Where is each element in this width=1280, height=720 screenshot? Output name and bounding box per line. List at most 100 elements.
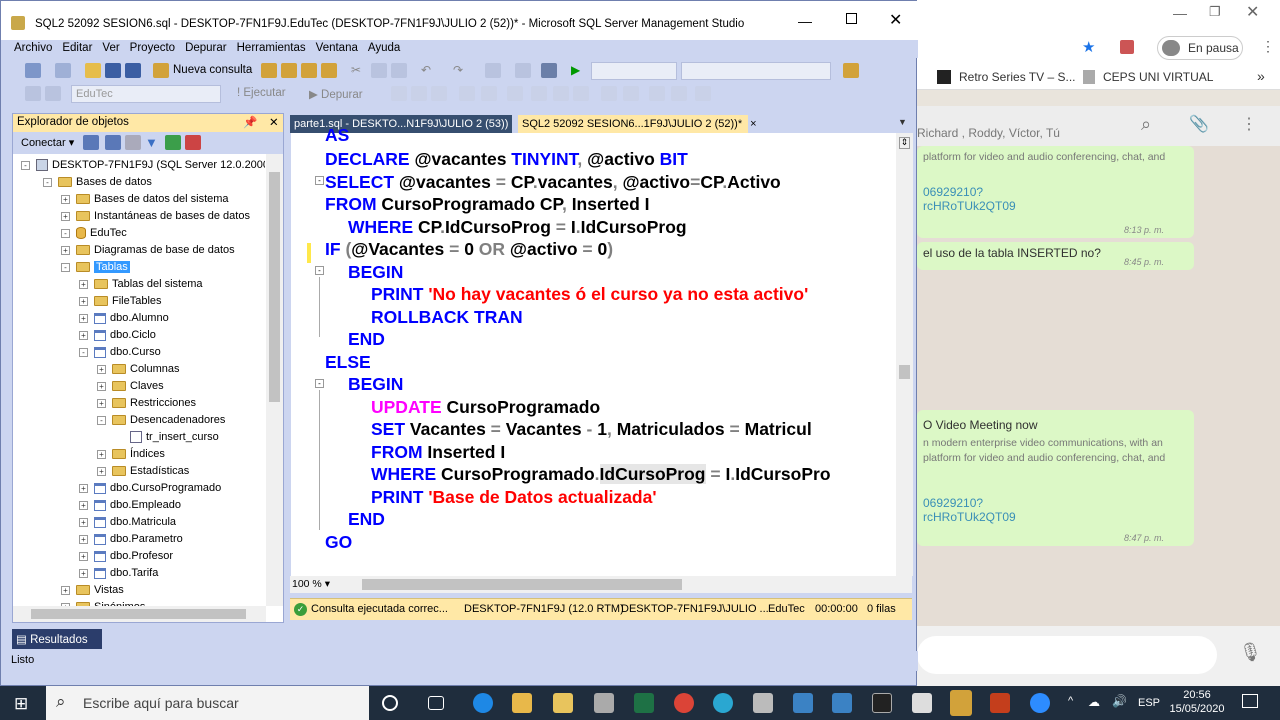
menu-ver[interactable]: Ver — [97, 40, 124, 56]
collapse-icon[interactable]: - — [79, 347, 88, 357]
tree-item[interactable]: + dbo.Empleado — [79, 497, 181, 514]
bookmark-retro[interactable]: Retro Series TV – S... — [959, 70, 1076, 84]
tree-item[interactable]: - DESKTOP-7FN1F9J (SQL Server 12.0.2000 - — [21, 157, 265, 174]
tree-item[interactable]: + dbo.Profesor — [79, 548, 173, 565]
ssms-taskbar-icon[interactable] — [950, 690, 972, 716]
solution-icon[interactable] — [541, 63, 557, 78]
copy-icon[interactable] — [371, 63, 387, 78]
format-icon[interactable] — [671, 86, 687, 101]
tree-item[interactable]: + Restricciones — [97, 395, 196, 412]
message-link[interactable]: rcHRoTUk2QT09 — [923, 510, 1188, 524]
pin-icon[interactable]: 📌 — [243, 115, 257, 129]
search-icon[interactable]: ⌕ — [1141, 114, 1151, 135]
clock[interactable]: 20:56 15/05/2020 — [1168, 688, 1226, 716]
connect-icon[interactable] — [25, 86, 41, 101]
file-explorer-icon[interactable] — [512, 693, 532, 713]
taskbar-search[interactable]: ⌕ Escribe aquí para buscar — [46, 686, 369, 720]
message-link[interactable]: 06929210? — [923, 185, 1188, 199]
cortana-icon[interactable] — [382, 695, 398, 711]
edge-dev-icon[interactable] — [713, 693, 733, 713]
mail-icon[interactable] — [832, 693, 852, 713]
menu-editar[interactable]: Editar — [57, 40, 97, 56]
stop-icon[interactable] — [125, 135, 141, 150]
minimize-icon[interactable]: — — [1173, 5, 1187, 21]
tree-item[interactable]: + Diagramas de base de datos — [61, 242, 235, 259]
new-query-button[interactable]: Nueva consulta — [173, 64, 252, 76]
menu-depurar[interactable]: Depurar — [180, 40, 232, 56]
network-app-icon[interactable] — [594, 693, 614, 713]
execute-button[interactable]: ! Ejecutar — [237, 87, 286, 99]
close-icon[interactable]: ✕ — [1246, 2, 1259, 22]
microphone-icon[interactable]: 🎙 — [1239, 642, 1262, 663]
collapse-icon[interactable]: - — [61, 262, 70, 272]
calculator-icon[interactable] — [912, 693, 932, 713]
expand-icon[interactable]: + — [79, 330, 88, 340]
split-icon[interactable]: ⇕ — [899, 137, 910, 149]
menu-dots-icon[interactable]: ⋮ — [1261, 38, 1275, 55]
tab-parte1[interactable]: parte1.sql - DESKTO...N1F9J\JULIO 2 (53)… — [290, 115, 513, 133]
message-input[interactable] — [917, 636, 1217, 674]
platform-select[interactable] — [681, 62, 831, 80]
expand-icon[interactable]: + — [97, 398, 106, 408]
menu-dots-icon[interactable]: ⋮ — [1241, 114, 1257, 134]
minimize-icon[interactable]: — — [798, 13, 812, 29]
volume-icon[interactable]: 🔊 — [1112, 694, 1127, 708]
new-query-icon[interactable] — [153, 63, 169, 78]
redo-icon[interactable]: ↷ — [453, 63, 469, 78]
disconnect-icon[interactable] — [105, 135, 121, 150]
restore-icon[interactable]: ❐ — [1209, 4, 1221, 20]
menu-ayuda[interactable]: Ayuda — [363, 40, 405, 56]
tree-item[interactable]: - Desencadenadores — [97, 412, 225, 429]
save-icon[interactable] — [105, 63, 121, 78]
tree-item[interactable]: + Instantáneas de bases de datos — [61, 208, 250, 225]
extension-icon[interactable] — [1120, 40, 1134, 54]
query-icon[interactable] — [261, 63, 277, 78]
close-icon[interactable]: ✕ — [889, 10, 902, 30]
results-file-icon[interactable] — [531, 86, 547, 101]
navigate-icon[interactable] — [515, 63, 531, 78]
expand-icon[interactable]: + — [79, 296, 88, 306]
explorer-horizontal-scrollbar[interactable] — [13, 606, 266, 622]
expand-icon[interactable]: + — [79, 534, 88, 544]
expand-icon[interactable]: + — [97, 466, 106, 476]
folder-icon[interactable] — [553, 693, 573, 713]
collapse-icon[interactable]: - — [43, 177, 52, 187]
tree-item[interactable]: + Estadísticas — [97, 463, 189, 480]
close-icon[interactable]: ✕ — [269, 115, 279, 129]
activity-monitor-icon[interactable] — [185, 135, 201, 150]
uncomment-icon[interactable] — [573, 86, 589, 101]
expand-icon[interactable]: + — [97, 381, 106, 391]
results-tab[interactable]: ▤ Resultados — [12, 629, 102, 649]
tree-item[interactable]: + Claves — [97, 378, 164, 395]
menu-archivo[interactable]: Archivo — [9, 40, 57, 56]
tree-item[interactable]: + Bases de datos del sistema — [61, 191, 229, 208]
app-icon[interactable] — [793, 693, 813, 713]
solution-config-select[interactable] — [591, 62, 677, 80]
profile-status[interactable]: En pausa — [1157, 36, 1243, 60]
indent-icon[interactable] — [623, 86, 639, 101]
query-plan-icon[interactable] — [459, 86, 475, 101]
query-icon[interactable] — [281, 63, 297, 78]
expand-icon[interactable]: + — [61, 245, 70, 255]
terminal-icon[interactable] — [872, 693, 892, 713]
expand-icon[interactable]: + — [61, 211, 70, 221]
excel-icon[interactable] — [634, 693, 654, 713]
bookmark-ceps[interactable]: CEPS UNI VIRTUAL — [1103, 70, 1213, 84]
properties-icon[interactable] — [843, 63, 859, 78]
connect-button[interactable]: Conectar ▾ — [21, 136, 74, 149]
disconnect-icon[interactable] — [45, 86, 61, 101]
expand-icon[interactable]: + — [97, 449, 106, 459]
editor-vertical-scrollbar[interactable]: ⇕ — [896, 133, 913, 576]
undo-icon[interactable]: ↶ — [421, 63, 437, 78]
specify-values-icon[interactable] — [695, 86, 711, 101]
debug-button[interactable]: ▶ Depurar — [309, 87, 363, 101]
navigate-icon[interactable] — [485, 63, 501, 78]
chevron-up-icon[interactable]: ^ — [1068, 695, 1073, 707]
message-link[interactable]: rcHRoTUk2QT09 — [923, 199, 1188, 213]
app-icon[interactable] — [753, 693, 773, 713]
filter-icon[interactable]: ▼ — [145, 135, 161, 150]
expand-icon[interactable]: + — [79, 551, 88, 561]
cancel-query-icon[interactable] — [391, 86, 407, 101]
tree-item[interactable]: + dbo.Matricula — [79, 514, 176, 531]
results-text-icon[interactable] — [507, 86, 523, 101]
